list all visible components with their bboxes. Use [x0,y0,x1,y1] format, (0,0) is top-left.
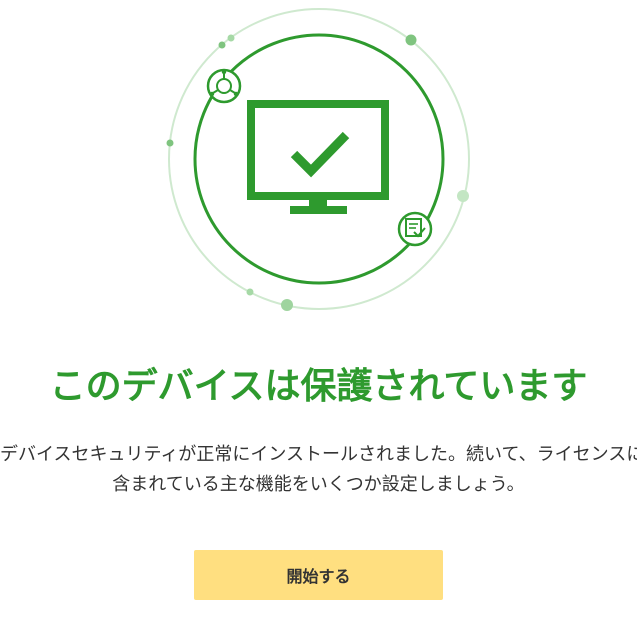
decor-dot [166,139,174,147]
protected-device-illustration [166,8,470,311]
description-line-2: 含まれている主な機能をいくつか設定しましょう。 [112,474,525,495]
start-button[interactable]: 開始する [194,550,443,600]
browser-check-icon [397,211,433,247]
page-title: このデバイスは保護されています [49,366,588,407]
decor-dot [218,41,226,49]
decor-dot [281,299,293,311]
decor-dot [457,190,469,202]
page-description: デバイスセキュリティが正常にインストールされました。続いて、ライセンスに 含まれ… [0,440,637,500]
decor-dot [227,34,235,42]
protection-complete-page: このデバイスは保護されています デバイスセキュリティが正常にインストールされまし… [0,0,637,618]
monitor-check-icon [247,100,389,214]
description-line-1: デバイスセキュリティが正常にインストールされました。続いて、ライセンスに [0,444,637,465]
network-icon [206,68,242,104]
decor-dot [246,288,254,296]
decor-dot [405,34,417,46]
